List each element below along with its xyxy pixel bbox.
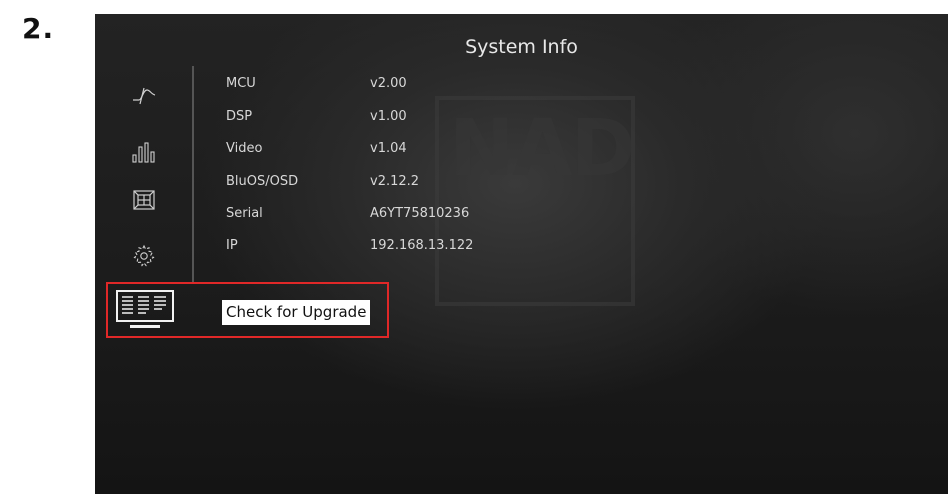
system-info-icon[interactable] — [116, 290, 174, 330]
info-value: 192.168.13.122 — [370, 238, 474, 253]
waveform-icon[interactable] — [128, 80, 160, 112]
info-value: v1.00 — [370, 109, 407, 124]
speakers-icon[interactable] — [128, 184, 160, 216]
info-label: BluOS/OSD — [226, 174, 299, 189]
info-value: v2.00 — [370, 76, 407, 91]
page-title: System Info — [465, 36, 578, 58]
equalizer-icon[interactable] — [128, 136, 160, 168]
info-value: v2.12.2 — [370, 174, 420, 189]
check-for-upgrade-button[interactable]: Check for Upgrade — [222, 300, 371, 325]
settings-gear-icon[interactable] — [128, 240, 160, 272]
tv-screen: NAD System Info MCU v2.00 DSP v1.00 Vide… — [95, 14, 948, 494]
info-label: Serial — [226, 206, 263, 221]
info-label: MCU — [226, 76, 256, 91]
step-number: 2. — [22, 12, 55, 45]
nad-watermark-logo: NAD — [435, 96, 635, 306]
info-value: A6YT75810236 — [370, 206, 470, 221]
watermark-text: NAD — [449, 104, 635, 194]
info-label: DSP — [226, 109, 253, 124]
sidebar-divider — [192, 66, 194, 282]
info-label: Video — [226, 141, 263, 156]
info-label: IP — [226, 238, 238, 253]
info-value: v1.04 — [370, 141, 407, 156]
